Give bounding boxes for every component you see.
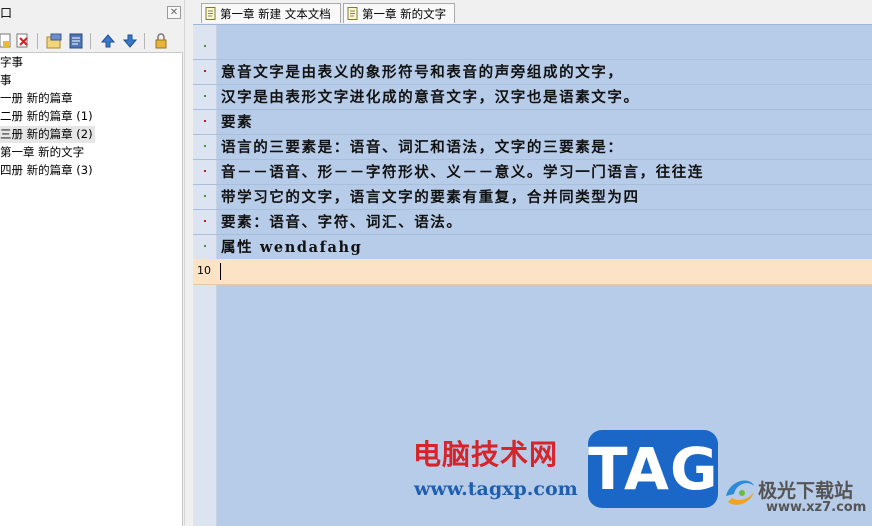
line-marker bbox=[204, 70, 206, 72]
lock-icon[interactable] bbox=[152, 32, 170, 50]
tree-item[interactable]: 一册 新的篇章 bbox=[0, 90, 73, 107]
notes-icon[interactable] bbox=[67, 32, 85, 50]
panel-close-button[interactable]: ✕ bbox=[167, 6, 181, 19]
line-marker bbox=[204, 170, 206, 172]
tree-item[interactable]: 二册 新的篇章 (1) bbox=[0, 108, 93, 125]
watermark-site-name: 电脑技术网 bbox=[413, 438, 559, 471]
tree-item[interactable]: 四册 新的篇章 (3) bbox=[0, 162, 93, 179]
left-panel: 口 ✕ 字事 事 一册 新的篇章 二册 新的篇章 (1) 三册 新的篇章 (2)… bbox=[0, 0, 184, 526]
line-marker bbox=[204, 195, 206, 197]
editor-line[interactable] bbox=[193, 34, 872, 60]
editor-line-current[interactable]: 10 bbox=[193, 259, 872, 285]
tab-new-document[interactable]: 第一章 新建 文本文档 bbox=[201, 3, 341, 23]
tab-bar: 第一章 新建 文本文档 第一章 新的文字 bbox=[193, 0, 872, 24]
line-marker bbox=[204, 245, 206, 247]
watermark-site-url: www.tagxp.com bbox=[414, 478, 578, 500]
editor-line[interactable]: 语言的三要素是：语音、词汇和语法，文字的三要素是： bbox=[193, 134, 872, 160]
watermark-brand-url: www.xz7.com bbox=[766, 500, 867, 515]
line-marker bbox=[204, 45, 206, 47]
watermark-swirl-icon bbox=[726, 480, 754, 505]
editor-line[interactable]: 带学习它的文字，语言文字的要素有重复，合并同类型为四 bbox=[193, 184, 872, 210]
document-tree[interactable]: 字事 事 一册 新的篇章 二册 新的篇章 (1) 三册 新的篇章 (2) 第一章… bbox=[0, 52, 183, 526]
editor-line[interactable]: 属性 wendafahg bbox=[193, 234, 872, 260]
editor-line[interactable]: 音－－语音、形－－字符形状、义－－意义。学习一门语言，往往连 bbox=[193, 159, 872, 185]
line-marker bbox=[204, 120, 206, 122]
tab-new-text[interactable]: 第一章 新的文字 bbox=[343, 3, 455, 23]
document-icon bbox=[205, 7, 216, 20]
move-up-icon[interactable] bbox=[99, 32, 117, 50]
editor-line[interactable]: 要素：语音、字符、词汇、语法。 bbox=[193, 209, 872, 235]
tree-item[interactable]: 字事 bbox=[0, 54, 23, 71]
watermark-tag-logo: TAG bbox=[588, 430, 718, 508]
panel-title: 口 bbox=[0, 6, 13, 20]
tree-item-selected[interactable]: 三册 新的篇章 (2) bbox=[0, 126, 95, 143]
tab-label: 第一章 新的文字 bbox=[362, 7, 447, 21]
watermark-brand-name: 极光下载站 bbox=[758, 480, 854, 502]
delete-icon[interactable] bbox=[14, 32, 32, 50]
panel-toolbar bbox=[0, 29, 184, 53]
line-marker bbox=[204, 220, 206, 222]
pane-splitter[interactable] bbox=[184, 0, 193, 525]
document-icon bbox=[347, 7, 358, 20]
new-file-icon[interactable] bbox=[0, 32, 14, 50]
tree-item[interactable]: 第一章 新的文字 bbox=[0, 144, 84, 161]
properties-icon[interactable] bbox=[45, 32, 63, 50]
line-marker bbox=[204, 145, 206, 147]
line-marker bbox=[204, 95, 206, 97]
editor-line[interactable]: 要素 bbox=[193, 109, 872, 135]
panel-title-bar: 口 ✕ bbox=[0, 2, 184, 22]
tree-item[interactable]: 事 bbox=[0, 72, 12, 89]
text-caret bbox=[220, 263, 221, 280]
line-number: 10 bbox=[197, 264, 211, 277]
editor-line[interactable]: 意音文字是由表义的象形符号和表音的声旁组成的文字， bbox=[193, 59, 872, 85]
tab-label: 第一章 新建 文本文档 bbox=[220, 7, 331, 21]
move-down-icon[interactable] bbox=[121, 32, 139, 50]
editor-line[interactable]: 汉字是由表形文字进化成的意音文字，汉字也是语素文字。 bbox=[193, 84, 872, 110]
